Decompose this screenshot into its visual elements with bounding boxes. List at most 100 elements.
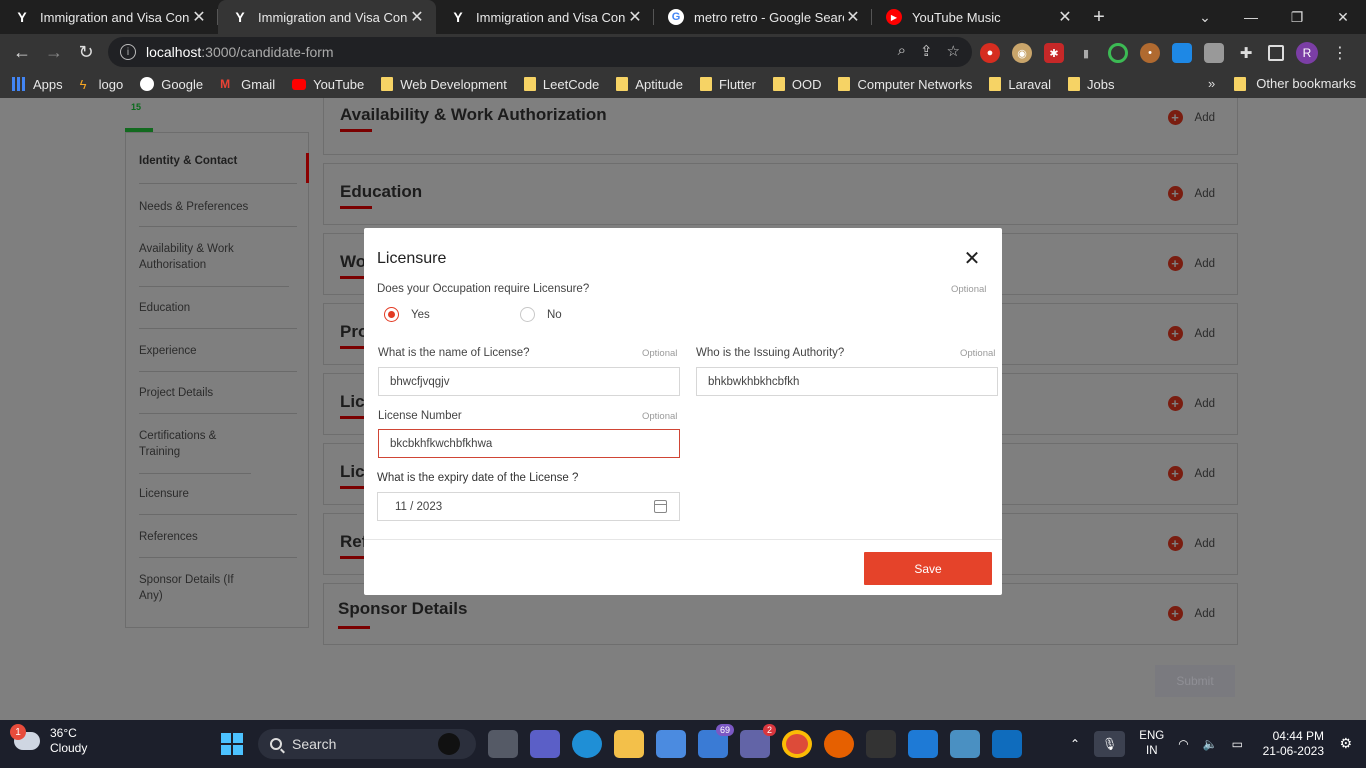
bookmark-ood[interactable]: OOD (772, 77, 821, 92)
extensions-puzzle-icon[interactable]: ✚ (1236, 43, 1256, 63)
zoom-icon[interactable]: ⌕ (898, 42, 906, 60)
forward-icon[interactable]: → (38, 36, 70, 68)
sidebar-item-experience[interactable]: Experience (139, 343, 297, 372)
sidebar-item-education[interactable]: Education (139, 300, 297, 329)
other-bookmarks[interactable]: Other bookmarks (1234, 76, 1356, 91)
restore-icon[interactable]: ❐ (1274, 0, 1320, 34)
tab-search-icon[interactable]: ⌄ (1182, 0, 1228, 34)
clock[interactable]: 04:44 PM 21-06-2023 (1263, 729, 1324, 759)
edge-icon[interactable] (572, 730, 602, 758)
file-explorer-icon[interactable] (614, 730, 644, 758)
back-icon[interactable]: ← (6, 36, 38, 68)
mail-icon[interactable]: 69 (698, 724, 734, 758)
bookmark-web-development[interactable]: Web Development (381, 77, 507, 92)
close-tab-icon[interactable]: ✕ (1056, 7, 1074, 27)
wifi-icon[interactable]: ◠ (1178, 737, 1188, 751)
meet-icon[interactable] (530, 730, 560, 758)
sidebar-item-identity-contact[interactable]: Identity & Contact (139, 153, 297, 184)
extension-red-icon[interactable]: ● (980, 43, 1000, 63)
more-bookmarks-icon[interactable]: » (1208, 76, 1215, 91)
bookmark-leetcode[interactable]: LeetCode (523, 77, 599, 92)
add-button[interactable]: + Add (1167, 186, 1215, 201)
task-view-icon[interactable] (488, 730, 518, 758)
add-button[interactable]: + Add (1167, 466, 1215, 481)
minimize-icon[interactable]: — (1228, 0, 1274, 34)
language-indicator[interactable]: ENG IN (1139, 729, 1164, 759)
firefox-icon[interactable] (824, 730, 854, 758)
sidebar-item-needs-preferences[interactable]: Needs & Preferences (139, 199, 297, 227)
license-number-input[interactable]: bkcbkhfkwchbfkhwa (378, 429, 680, 458)
browser-tab-2-active[interactable]: Y Immigration and Visa Consul ✕ (218, 0, 436, 34)
add-button[interactable]: + Add (1167, 256, 1215, 271)
expiry-date-input[interactable]: 11 / 2023 (377, 492, 680, 521)
notepad-icon[interactable] (950, 730, 980, 758)
add-button[interactable]: + Add (1167, 110, 1215, 125)
add-button[interactable]: + Add (1167, 326, 1215, 341)
side-panel-icon[interactable] (1268, 45, 1284, 61)
bookmark-computer-networks[interactable]: Computer Networks (838, 77, 972, 92)
bookmark-jobs[interactable]: Jobs (1067, 77, 1114, 92)
weather-widget[interactable]: 1 36°C Cloudy (10, 724, 87, 756)
show-hidden-icons[interactable]: ⌃ (1070, 737, 1080, 751)
sidebar-item-sponsor-details[interactable]: Sponsor Details (If Any) (139, 572, 249, 606)
add-button[interactable]: + Add (1167, 606, 1215, 621)
reload-icon[interactable]: ↻ (70, 36, 102, 68)
close-tab-icon[interactable]: ✕ (190, 7, 208, 27)
teams-icon[interactable]: 2 (740, 724, 776, 758)
bookmark-star-icon[interactable]: ☆ (947, 42, 960, 60)
taskbar-search[interactable]: Search (258, 729, 476, 759)
extension-blue-icon[interactable] (1172, 43, 1192, 63)
browser-tab-1[interactable]: Y Immigration and Visa Consul ✕ (0, 0, 218, 34)
start-button[interactable] (221, 733, 243, 755)
close-icon[interactable]: ✕ (962, 249, 982, 269)
bookmark-flutter[interactable]: Flutter (700, 77, 756, 92)
close-tab-icon[interactable]: ✕ (626, 7, 644, 27)
new-tab-button[interactable]: + (1084, 0, 1114, 34)
radio-yes[interactable]: Yes (384, 307, 430, 322)
store-icon[interactable] (656, 730, 686, 758)
battery-icon[interactable]: ▭ (1232, 737, 1243, 751)
profile-avatar[interactable]: R (1296, 42, 1318, 64)
sidebar-item-references[interactable]: References (139, 529, 297, 558)
bookmark-logo[interactable]: ϟ logo (80, 77, 124, 93)
sidebar-item-licensure[interactable]: Licensure (139, 486, 297, 515)
sidebar-item-availability[interactable]: Availability & Work Authorisation (139, 241, 289, 287)
bookmark-aptitude[interactable]: Aptitude (616, 77, 683, 92)
bookmark-google[interactable]: Google (140, 77, 203, 92)
terminal-icon[interactable] (866, 730, 896, 758)
calendar-icon[interactable] (654, 500, 667, 513)
microphone-icon[interactable]: 🎙 (1094, 731, 1126, 757)
close-window-icon[interactable]: ✕ (1320, 0, 1366, 34)
site-info-icon[interactable]: i (120, 44, 136, 60)
bookmark-laraval[interactable]: Laraval (989, 77, 1051, 92)
sidebar-item-certifications[interactable]: Certifications & Training (139, 428, 251, 474)
bookmark-youtube[interactable]: YouTube (292, 77, 364, 92)
browser-tab-4[interactable]: G metro retro - Google Search ✕ (654, 0, 872, 34)
share-icon[interactable]: ⇪ (920, 42, 933, 60)
close-tab-icon[interactable]: ✕ (844, 7, 862, 27)
extension-puzzle-red-icon[interactable]: ✱ (1044, 43, 1064, 63)
browser-tab-5[interactable]: ▶ YouTube Music ✕ (872, 0, 1084, 34)
extension-owl-icon[interactable]: ◉ (1012, 43, 1032, 63)
bookmark-apps[interactable]: Apps (12, 77, 63, 92)
radio-no[interactable]: No (520, 307, 562, 322)
sidebar-item-project-details[interactable]: Project Details (139, 385, 297, 414)
outlook-icon[interactable] (992, 730, 1022, 758)
address-bar[interactable]: i localhost:3000/candidate-form ⌕ ⇪ ☆ (108, 37, 972, 67)
browser-menu-icon[interactable]: ⋮ (1330, 43, 1350, 63)
issuing-authority-input[interactable]: bhkbwkhbkhcbfkh (696, 367, 998, 396)
extension-cookie-icon[interactable]: • (1140, 43, 1160, 63)
add-button[interactable]: + Add (1167, 396, 1215, 411)
browser-tab-3[interactable]: Y Immigration and Visa Consul ✕ (436, 0, 654, 34)
extension-ring-icon[interactable] (1108, 43, 1128, 63)
close-tab-icon[interactable]: ✕ (408, 7, 426, 27)
bookmark-gmail[interactable]: M Gmail (220, 77, 275, 92)
notifications-icon[interactable]: ⚙ (1339, 735, 1352, 752)
chrome-icon[interactable] (782, 730, 812, 758)
extension-grey-icon[interactable] (1204, 43, 1224, 63)
add-button[interactable]: + Add (1167, 536, 1215, 551)
submit-button[interactable]: Submit (1155, 665, 1235, 697)
volume-icon[interactable]: 🔈 (1203, 737, 1218, 751)
extension-mouse-icon[interactable]: ▮ (1076, 43, 1096, 63)
vscode-icon[interactable] (908, 730, 938, 758)
